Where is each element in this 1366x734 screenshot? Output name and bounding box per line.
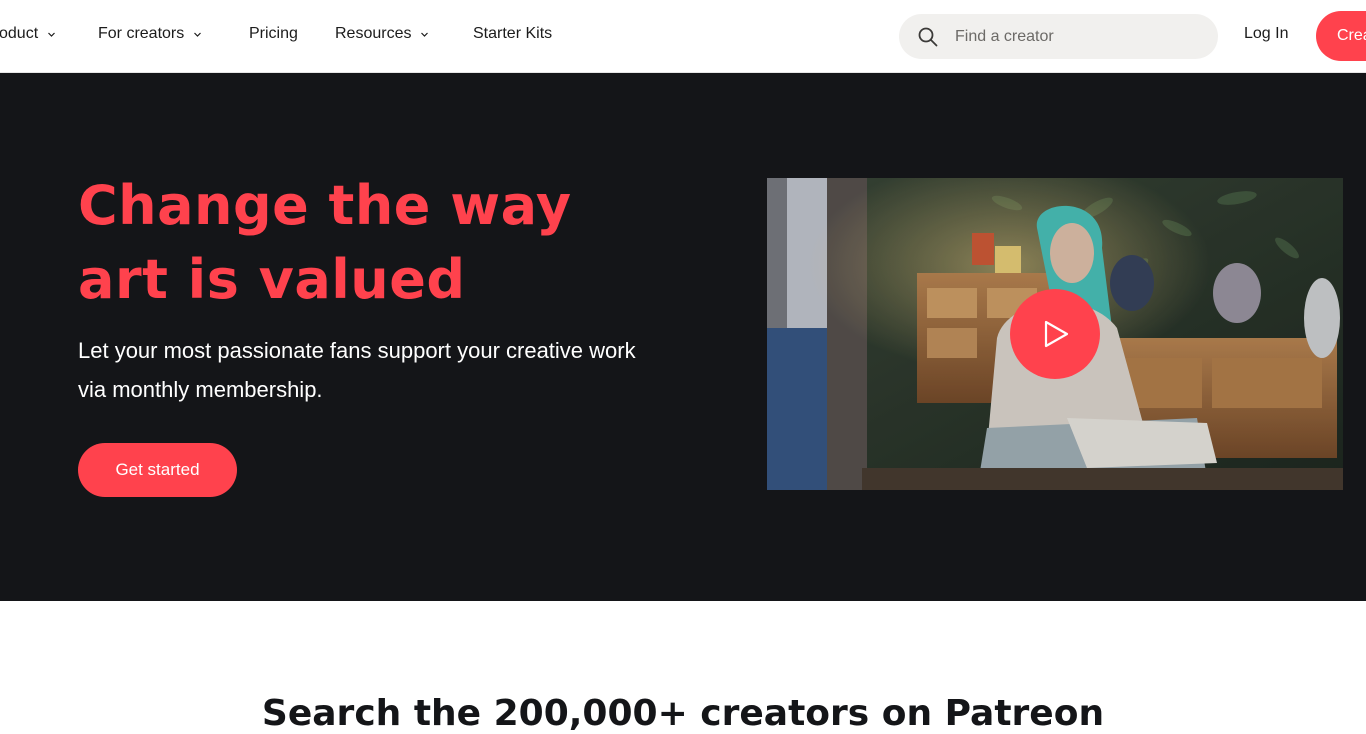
hero-title: Change the way art is valued xyxy=(78,169,698,317)
create-button[interactable]: Create on Patreon xyxy=(1316,11,1366,61)
creator-search[interactable] xyxy=(899,14,1218,59)
hero-title-line: art is valued xyxy=(78,248,466,311)
nav-item-for-creators[interactable]: For creators xyxy=(98,25,202,43)
top-nav: Product For creators Pricing Resources S… xyxy=(0,0,1366,73)
login-link[interactable]: Log In xyxy=(1244,25,1288,43)
hero-title-line: Change the way xyxy=(78,174,572,237)
get-started-button[interactable]: Get started xyxy=(78,443,237,497)
nav-item-resources[interactable]: Resources xyxy=(335,25,429,43)
search-icon xyxy=(917,26,939,48)
hero-section: Change the way art is valued Let your mo… xyxy=(0,73,1366,601)
nav-item-product[interactable]: Product xyxy=(0,25,56,43)
nav-item-label: Resources xyxy=(335,25,412,42)
chevron-down-icon xyxy=(193,30,202,39)
nav-item-pricing[interactable]: Pricing xyxy=(249,25,298,43)
nav-item-label: For creators xyxy=(98,25,185,42)
hero-video[interactable] xyxy=(767,178,1343,490)
search-input[interactable] xyxy=(955,27,1195,46)
chevron-down-icon xyxy=(420,30,429,39)
chevron-down-icon xyxy=(47,30,56,39)
play-button[interactable] xyxy=(1010,289,1100,379)
nav-item-label: Product xyxy=(0,25,39,42)
nav-item-label: Starter Kits xyxy=(473,25,553,42)
nav-item-label: Pricing xyxy=(249,25,298,42)
play-icon xyxy=(1038,317,1072,351)
nav-item-starter-kits[interactable]: Starter Kits xyxy=(473,25,552,43)
search-creators-heading: Search the 200,000+ creators on Patreon xyxy=(261,693,1105,734)
hero-subtitle: Let your most passionate fans support yo… xyxy=(78,338,636,402)
